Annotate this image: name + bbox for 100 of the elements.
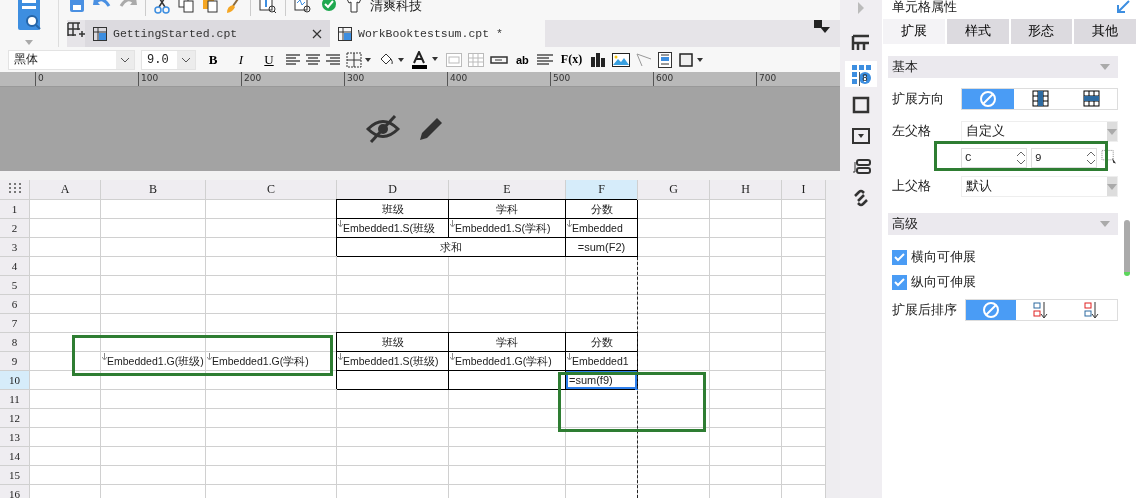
spinner-arrows-icon xyxy=(1086,150,1097,166)
checkbox[interactable] xyxy=(892,275,907,290)
column-header[interactable]: B xyxy=(101,180,206,200)
eye-slash-icon[interactable] xyxy=(366,114,400,144)
italic-button[interactable]: I xyxy=(230,51,252,68)
align-right-icon[interactable] xyxy=(326,52,340,67)
panel-tab[interactable]: 形态 xyxy=(1010,19,1073,44)
row-header[interactable]: 14 xyxy=(0,447,30,466)
column-header[interactable]: D xyxy=(337,180,449,200)
checkbox[interactable] xyxy=(892,250,907,265)
row-header[interactable]: 10 xyxy=(0,371,30,390)
frame-icon[interactable] xyxy=(678,51,705,68)
select-all-icon[interactable] xyxy=(8,183,21,193)
chevron-down-icon[interactable] xyxy=(1107,128,1117,135)
column-header[interactable]: E xyxy=(449,180,566,200)
chevron-down-icon[interactable] xyxy=(1100,221,1110,227)
row-spinner[interactable]: 9 xyxy=(1031,148,1098,168)
text-insert-button[interactable]: ab xyxy=(514,53,531,66)
paste-icon[interactable] xyxy=(202,0,218,14)
image-icon[interactable] xyxy=(612,52,631,67)
row-header[interactable]: 1 xyxy=(0,200,30,219)
ruler-label: 200 xyxy=(241,72,344,86)
panel-tab[interactable]: 其他 xyxy=(1074,19,1136,44)
table-cell[interactable]: =sum(F2) xyxy=(566,238,638,257)
align-left-icon[interactable] xyxy=(286,52,300,67)
row-header[interactable]: 6 xyxy=(0,295,30,314)
text-search-icon[interactable] xyxy=(259,0,277,14)
row-header[interactable]: 12 xyxy=(0,409,30,428)
bar-chart-icon[interactable] xyxy=(590,52,607,67)
checkbox-label: 横向可伸展 xyxy=(911,249,976,266)
form-icon[interactable] xyxy=(658,51,673,68)
scrollbar-track[interactable] xyxy=(826,180,840,498)
row-header[interactable]: 11 xyxy=(0,390,30,409)
copy-icon[interactable] xyxy=(178,0,194,14)
save-icon[interactable] xyxy=(69,0,85,14)
table-cell[interactable]: Embedded1.G(学科) xyxy=(206,352,337,371)
row-header[interactable]: 8 xyxy=(0,333,30,352)
column-header[interactable]: H xyxy=(710,180,782,200)
column-header[interactable]: I xyxy=(782,180,826,200)
sort-option[interactable] xyxy=(966,300,1017,320)
cut-icon[interactable] xyxy=(154,0,170,14)
section-header[interactable]: 基本 xyxy=(888,56,1118,78)
table-cell[interactable]: Embedded1.G(班级) xyxy=(101,352,206,371)
cell-picker-icon[interactable] xyxy=(1101,148,1118,166)
merge-cells-icon[interactable] xyxy=(446,52,462,67)
slash-icon[interactable] xyxy=(636,52,653,67)
dropdown-menu-icon[interactable] xyxy=(814,20,830,34)
file-tab[interactable]: GettingStarted.cpt xyxy=(85,20,330,47)
row-header[interactable]: 16 xyxy=(0,485,30,498)
row-header[interactable]: 3 xyxy=(0,238,30,257)
underline-button[interactable]: U xyxy=(258,51,280,68)
ruler-label: 100 xyxy=(138,72,241,86)
row-header[interactable]: 13 xyxy=(0,428,30,447)
row-header[interactable]: 9 xyxy=(0,352,30,371)
column-header[interactable]: G xyxy=(638,180,710,200)
close-icon[interactable] xyxy=(312,28,322,39)
left-parent-dropdown[interactable]: 自定义 xyxy=(961,121,1118,142)
direction-selector[interactable] xyxy=(961,88,1118,110)
chevron-down-icon[interactable] xyxy=(1107,183,1117,190)
caret-icon[interactable] xyxy=(25,40,33,45)
expand-arrow-icon xyxy=(338,220,343,227)
arrow-icon[interactable] xyxy=(1116,0,1130,14)
column-spinner[interactable]: C xyxy=(961,148,1028,168)
formula-button[interactable]: F(x) xyxy=(558,52,585,67)
font-color-icon[interactable] xyxy=(412,50,440,69)
border-icon[interactable] xyxy=(346,51,372,68)
chevron-down-icon[interactable] xyxy=(1100,64,1110,70)
table-cell[interactable] xyxy=(337,371,449,390)
column-header[interactable]: A xyxy=(30,180,101,200)
row-header[interactable]: 15 xyxy=(0,466,30,485)
expand-arrow-icon xyxy=(450,220,455,227)
row-header[interactable]: 4 xyxy=(0,257,30,276)
grid-icon[interactable] xyxy=(468,52,484,67)
shirt-icon[interactable] xyxy=(346,0,362,14)
panel-tab[interactable]: 扩展 xyxy=(883,19,945,44)
row-header[interactable]: 5 xyxy=(0,276,30,295)
section-header[interactable]: 高级 xyxy=(888,213,1118,235)
row-header[interactable]: 2 xyxy=(0,219,30,238)
column-header[interactable]: F xyxy=(566,180,638,200)
paragraph-icon[interactable] xyxy=(536,52,553,67)
sort-selector[interactable] xyxy=(965,299,1118,321)
file-tab[interactable]: WorkBooktestsum.cpt * xyxy=(330,20,545,47)
table-cell[interactable] xyxy=(449,371,566,390)
section-title: 高级 xyxy=(892,215,918,233)
panel-tab[interactable]: 样式 xyxy=(946,19,1009,44)
preview-icon[interactable] xyxy=(294,0,312,14)
font-size-dropdown[interactable]: 9.0 xyxy=(141,49,196,70)
top-parent-dropdown[interactable]: 默认 xyxy=(961,176,1118,197)
row-header[interactable]: 7 xyxy=(0,314,30,333)
table-cell[interactable]: 求和 xyxy=(337,238,566,257)
add-sheet-icon[interactable] xyxy=(67,20,85,38)
collapse-arrow-icon[interactable] xyxy=(857,2,865,14)
field-icon[interactable] xyxy=(490,54,508,65)
column-header[interactable]: C xyxy=(206,180,337,200)
font-dropdown[interactable]: 黑体 xyxy=(8,49,135,70)
align-center-icon[interactable] xyxy=(306,52,320,67)
side-tool-button[interactable] xyxy=(845,61,877,87)
scrollbar[interactable] xyxy=(1124,220,1130,276)
ruler-label: 0 xyxy=(35,72,138,86)
bold-button[interactable]: B xyxy=(202,51,224,68)
